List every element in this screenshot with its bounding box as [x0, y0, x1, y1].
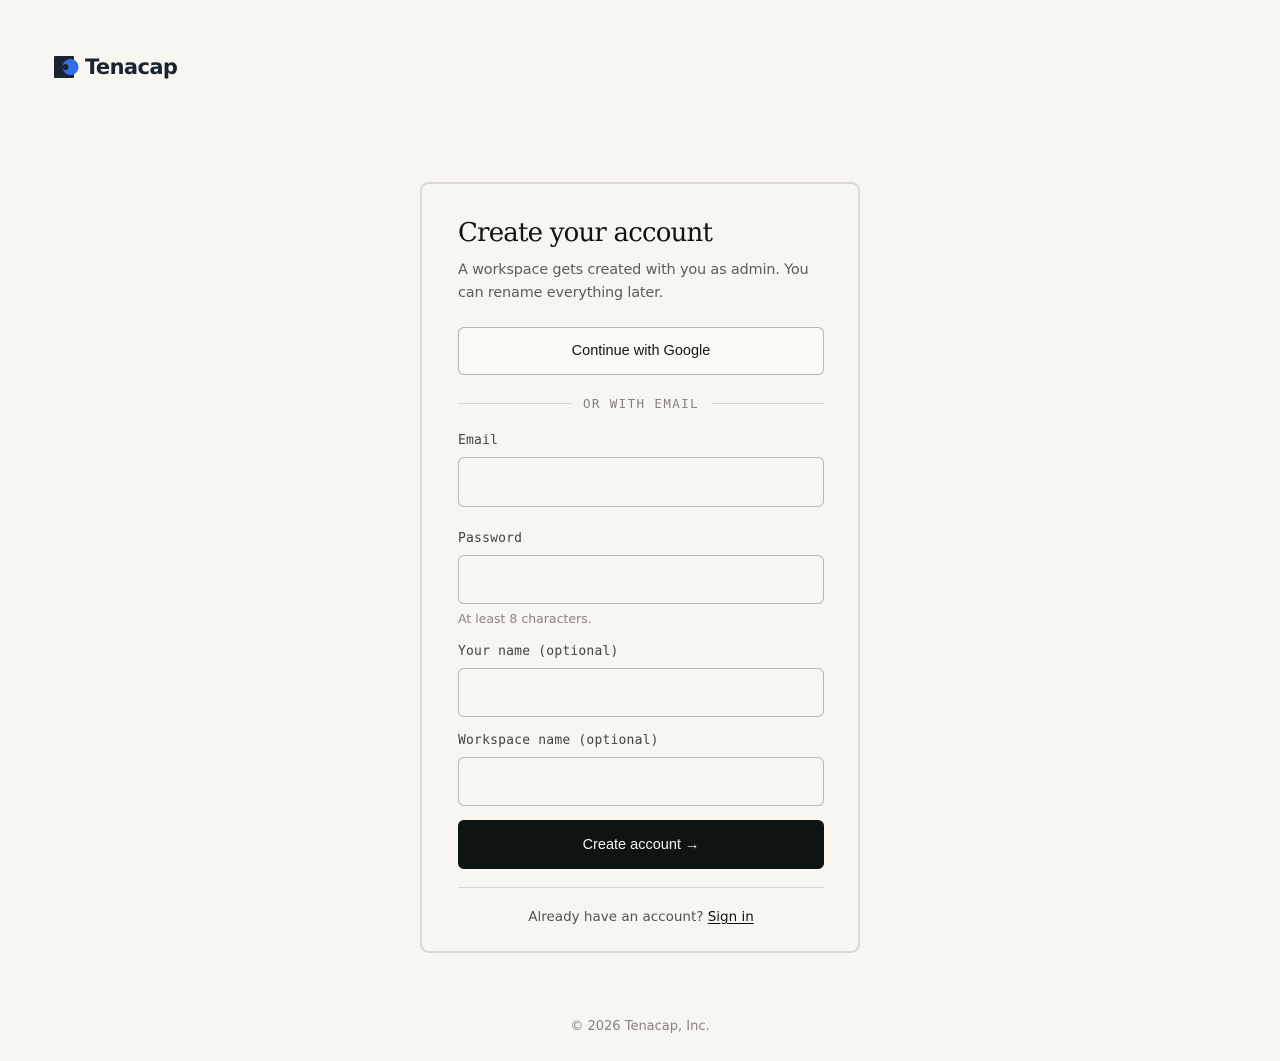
name-field-group: Your name (optional)	[458, 644, 824, 717]
email-label: Email	[458, 433, 499, 448]
password-label: Password	[458, 531, 523, 546]
workspace-input[interactable]	[458, 757, 824, 806]
divider-line-right	[711, 402, 825, 404]
continue-with-google-button[interactable]: Continue with Google	[458, 327, 824, 375]
password-input[interactable]	[458, 555, 824, 604]
divider-label: OR WITH EMAIL	[582, 395, 700, 411]
page-subtitle: A workspace gets created with you as adm…	[458, 262, 809, 301]
brand-name: Tenacap	[85, 55, 178, 79]
create-account-button[interactable]: Create account →	[458, 820, 824, 869]
signin-row: Already have an account? Sign in	[458, 908, 824, 926]
page-title: Create your account	[458, 218, 713, 248]
signup-page: Tenacap Create your account A workspace …	[0, 0, 1280, 1061]
email-field-group: Email	[458, 433, 824, 507]
google-button-label: Continue with Google	[571, 343, 711, 359]
arrow-right-icon: →	[684, 836, 700, 853]
sign-in-link[interactable]: Sign in	[708, 909, 754, 925]
name-input[interactable]	[458, 668, 824, 717]
workspace-field-group: Workspace name (optional)	[458, 733, 824, 806]
card-divider	[458, 887, 824, 888]
signin-prompt: Already have an account?	[528, 909, 708, 925]
brand-logo[interactable]: Tenacap	[54, 55, 178, 79]
password-hint: At least 8 characters.	[458, 611, 592, 626]
workspace-label: Workspace name (optional)	[458, 733, 659, 748]
create-account-label: Create account	[582, 836, 681, 853]
signup-card: Create your account A workspace gets cre…	[420, 182, 860, 953]
email-input[interactable]	[458, 457, 824, 507]
tenacap-logo-icon	[54, 55, 79, 78]
divider-line-left	[458, 402, 571, 404]
footer-copyright: © 2026 Tenacap, Inc.	[570, 1019, 710, 1034]
or-divider: OR WITH EMAIL	[458, 395, 825, 411]
name-label: Your name (optional)	[458, 644, 619, 659]
password-field-group: Password At least 8 characters.	[458, 531, 824, 627]
